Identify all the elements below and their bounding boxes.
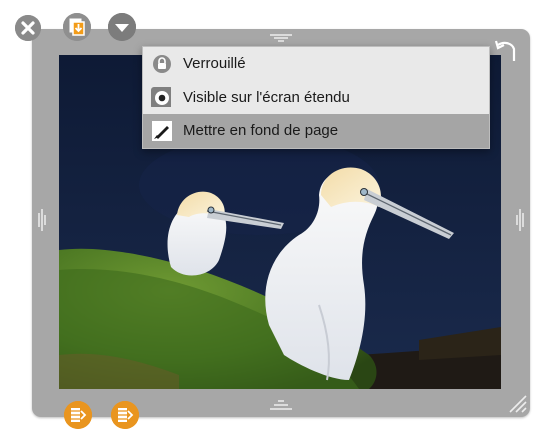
left-drag-handle[interactable] <box>37 205 47 235</box>
widget-button[interactable] <box>63 13 91 41</box>
close-button[interactable] <box>15 15 41 41</box>
menu-item-label: Verrouillé <box>183 55 246 72</box>
menu-item-send-to-back[interactable]: Mettre en fond de page <box>143 114 489 148</box>
rotate-icon[interactable] <box>494 37 520 65</box>
top-drag-handle[interactable] <box>266 31 296 43</box>
menu-item-label: Mettre en fond de page <box>183 122 339 139</box>
dropdown-button[interactable] <box>108 13 136 41</box>
layer-button-2[interactable] <box>111 401 139 429</box>
bottom-drag-handle[interactable] <box>266 398 296 412</box>
menu-item-label: Visible sur l'écran étendu <box>183 89 350 106</box>
chevron-down-icon <box>108 13 136 41</box>
widget-icon <box>63 13 91 41</box>
menu-item-visible-extended-screen[interactable]: Visible sur l'écran étendu <box>143 81 489 114</box>
brush-icon <box>152 121 172 141</box>
context-menu: Verrouillé Visible sur l'écran étendu Me… <box>142 46 490 149</box>
right-drag-handle[interactable] <box>515 205 525 235</box>
resize-grip-icon[interactable] <box>506 392 528 414</box>
layer-button-1[interactable] <box>64 401 92 429</box>
eye-icon <box>151 87 171 107</box>
layer-icon <box>64 401 92 429</box>
close-icon <box>15 15 41 41</box>
layer-icon <box>111 401 139 429</box>
menu-item-locked[interactable]: Verrouillé <box>143 47 489 80</box>
lock-icon <box>153 55 171 73</box>
